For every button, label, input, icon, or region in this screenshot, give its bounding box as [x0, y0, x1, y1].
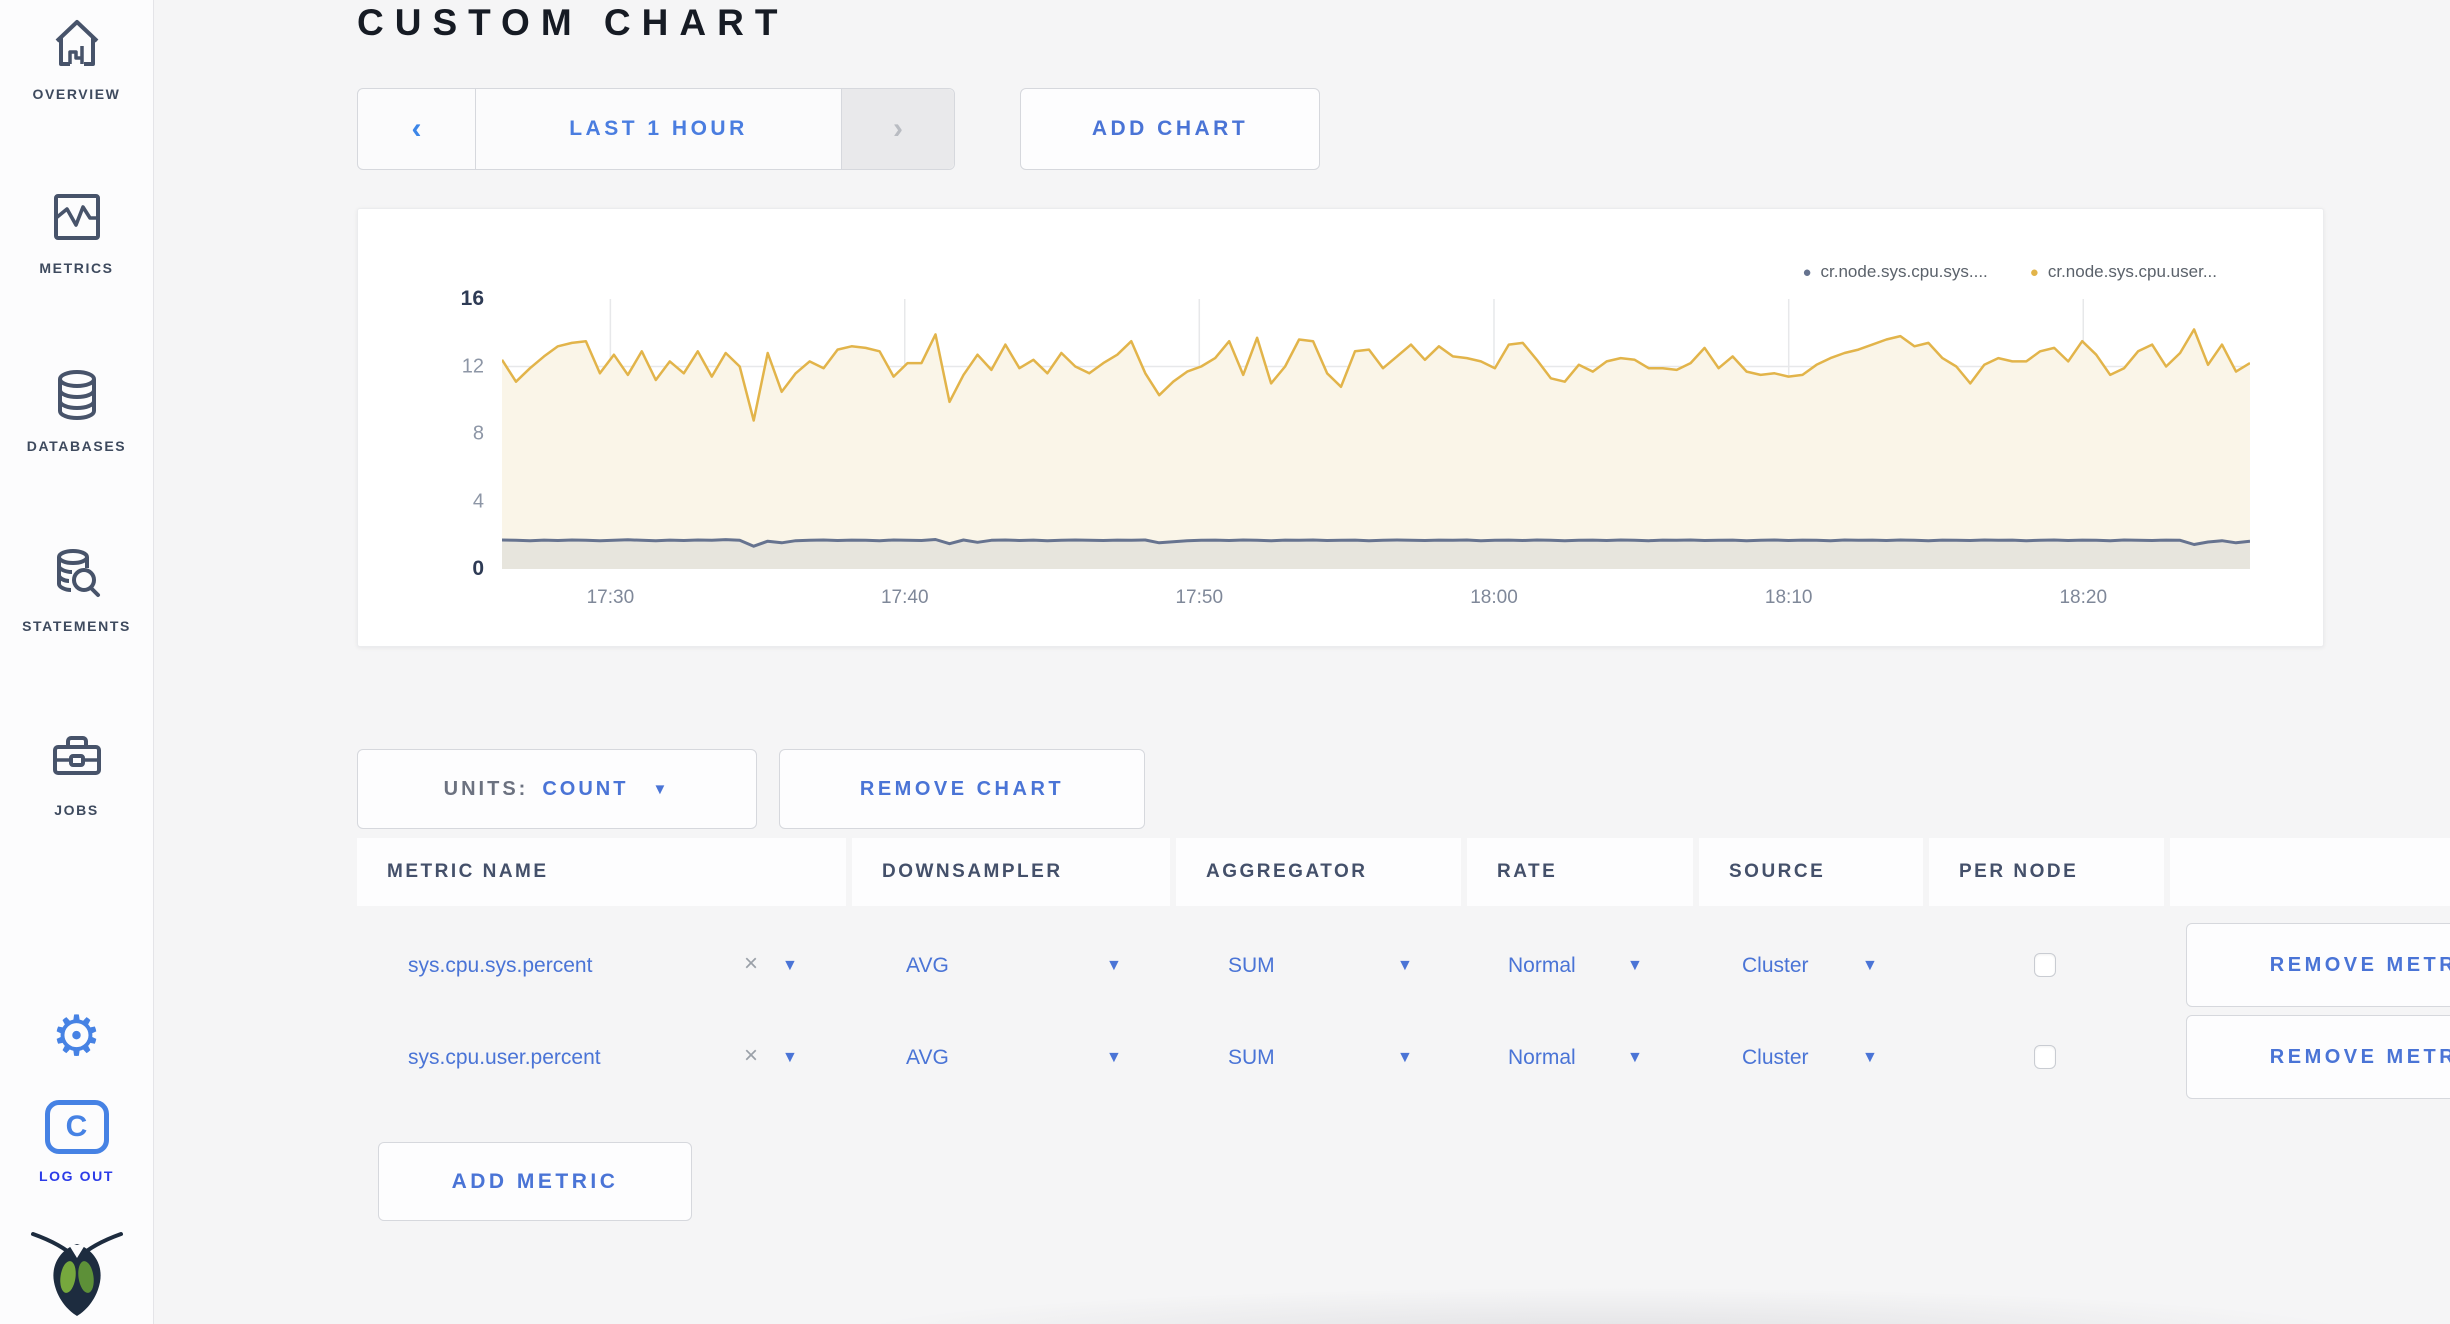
chart-card: ● cr.node.sys.cpu.sys.... ● cr.node.sys.… — [357, 208, 2324, 647]
x-tick-label: 18:20 — [2059, 587, 2108, 608]
cpu-time-series-chart — [502, 299, 2250, 569]
legend-label: cr.node.sys.cpu.user... — [2047, 262, 2217, 281]
sidebar-item-label: DATABASES — [26, 438, 127, 454]
sidebar-item-metrics[interactable]: METRICS — [0, 188, 153, 276]
y-tick-label: 8 — [472, 422, 484, 445]
clear-metric-icon[interactable]: × — [744, 950, 758, 978]
aggregator-select[interactable]: SUM — [1228, 1046, 1275, 1070]
remove-metric-button[interactable]: REMOVE METRIC — [2186, 1015, 2450, 1099]
add-metric-button[interactable]: ADD METRIC — [378, 1142, 692, 1221]
sidebar-item-label: JOBS — [54, 802, 99, 818]
col-header-aggregator: AGGREGATOR — [1176, 838, 1461, 906]
legend-label: cr.node.sys.cpu.sys.... — [1820, 262, 1988, 281]
y-tick-label: 12 — [461, 355, 484, 377]
x-tick-label: 18:10 — [1764, 587, 1813, 608]
time-range-label: LAST 1 HOUR — [569, 117, 748, 140]
main-content: CUSTOM CHART ‹ LAST 1 HOUR › ADD CHART ●… — [154, 0, 2450, 1324]
time-range-next-button[interactable]: › — [841, 89, 954, 169]
col-header-per-node: PER NODE — [1929, 838, 2164, 906]
legend-item-sys[interactable]: ● cr.node.sys.cpu.sys.... — [1802, 262, 1987, 282]
downsampler-caret-icon[interactable]: ▼ — [1106, 1049, 1122, 1067]
col-header-actions — [2170, 838, 2450, 906]
sidebar-item-label: STATEMENTS — [22, 618, 131, 634]
chevron-right-icon: › — [893, 112, 903, 145]
y-tick-label: 4 — [472, 490, 484, 512]
chart-legend: ● cr.node.sys.cpu.sys.... ● cr.node.sys.… — [1802, 262, 2217, 282]
col-header-downsampler: DOWNSAMPLER — [852, 838, 1170, 906]
chevron-down-icon: ▼ — [652, 780, 671, 798]
sidebar-item-jobs[interactable]: JOBS — [0, 730, 153, 818]
metric-name-select[interactable]: sys.cpu.user.percent — [408, 1046, 601, 1070]
col-header-source: SOURCE — [1699, 838, 1923, 906]
add-chart-button[interactable]: ADD CHART — [1020, 88, 1320, 170]
time-range-control: ‹ LAST 1 HOUR › — [357, 88, 955, 170]
briefcase-icon — [52, 736, 101, 775]
units-dropdown[interactable]: UNITS: COUNT ▼ — [357, 749, 757, 829]
metric-name-select[interactable]: sys.cpu.sys.percent — [408, 954, 592, 978]
per-node-checkbox[interactable] — [2034, 953, 2056, 977]
logout-label: LOG OUT — [39, 1168, 114, 1184]
cockroach-bug-logo — [0, 1228, 153, 1318]
cockroach-c-logo-icon: C — [44, 1100, 109, 1154]
x-tick-label: 17:30 — [586, 587, 635, 608]
cockroach-bug-icon — [30, 1232, 123, 1316]
time-range-dropdown[interactable]: LAST 1 HOUR — [476, 89, 841, 169]
rate-caret-icon[interactable]: ▼ — [1627, 1049, 1643, 1067]
metric-caret-icon[interactable]: ▼ — [782, 957, 798, 975]
remove-chart-button[interactable]: REMOVE CHART — [779, 749, 1145, 829]
bottom-scroll-shadow — [634, 1288, 2450, 1324]
sidebar: OVERVIEW METRICS DATABASES STATEMENTS JO… — [0, 0, 154, 1324]
x-tick-label: 17:40 — [880, 587, 929, 608]
x-tick-label: 18:00 — [1470, 587, 1518, 608]
database-icon — [57, 370, 96, 421]
time-range-prev-button[interactable]: ‹ — [358, 89, 476, 169]
sidebar-item-databases[interactable]: DATABASES — [0, 366, 153, 454]
rate-select[interactable]: Normal — [1508, 1046, 1576, 1070]
page-title: CUSTOM CHART — [357, 2, 789, 43]
legend-item-user[interactable]: ● cr.node.sys.cpu.user... — [2030, 262, 2217, 282]
legend-dot-icon: ● — [1802, 263, 1812, 281]
aggregator-caret-icon[interactable]: ▼ — [1397, 1049, 1413, 1067]
logout-button[interactable]: C LOG OUT — [0, 1100, 153, 1184]
per-node-checkbox[interactable] — [2034, 1045, 2056, 1069]
source-select[interactable]: Cluster — [1742, 954, 1809, 978]
downsampler-caret-icon[interactable]: ▼ — [1106, 957, 1122, 975]
gear-icon: ⚙ — [51, 1004, 102, 1067]
rate-caret-icon[interactable]: ▼ — [1627, 957, 1643, 975]
aggregator-select[interactable]: SUM — [1228, 954, 1275, 978]
downsampler-select[interactable]: AVG — [906, 954, 949, 978]
source-select[interactable]: Cluster — [1742, 1046, 1809, 1070]
source-caret-icon[interactable]: ▼ — [1862, 1049, 1878, 1067]
settings-button[interactable]: ⚙ — [0, 1008, 153, 1064]
rate-select[interactable]: Normal — [1508, 954, 1576, 978]
metric-caret-icon[interactable]: ▼ — [782, 1049, 798, 1067]
sidebar-item-label: METRICS — [39, 260, 114, 276]
graph-icon — [53, 194, 100, 240]
source-caret-icon[interactable]: ▼ — [1862, 957, 1878, 975]
aggregator-caret-icon[interactable]: ▼ — [1397, 957, 1413, 975]
downsampler-select[interactable]: AVG — [906, 1046, 949, 1070]
clear-metric-icon[interactable]: × — [744, 1042, 758, 1070]
sidebar-item-label: OVERVIEW — [32, 86, 121, 102]
legend-dot-icon: ● — [2029, 263, 2039, 281]
col-header-rate: RATE — [1467, 838, 1693, 906]
chevron-left-icon: ‹ — [411, 112, 422, 145]
database-search-icon — [56, 549, 100, 597]
col-header-metric-name: METRIC NAME — [357, 838, 846, 906]
sidebar-item-overview[interactable]: OVERVIEW — [0, 14, 153, 102]
home-chart-icon — [55, 20, 98, 66]
sidebar-item-statements[interactable]: STATEMENTS — [0, 546, 153, 634]
remove-metric-button[interactable]: REMOVE METRIC — [2186, 923, 2450, 1007]
y-tick-label: 16 — [460, 287, 484, 310]
x-tick-label: 17:50 — [1175, 587, 1224, 608]
y-tick-label: 0 — [472, 557, 484, 580]
